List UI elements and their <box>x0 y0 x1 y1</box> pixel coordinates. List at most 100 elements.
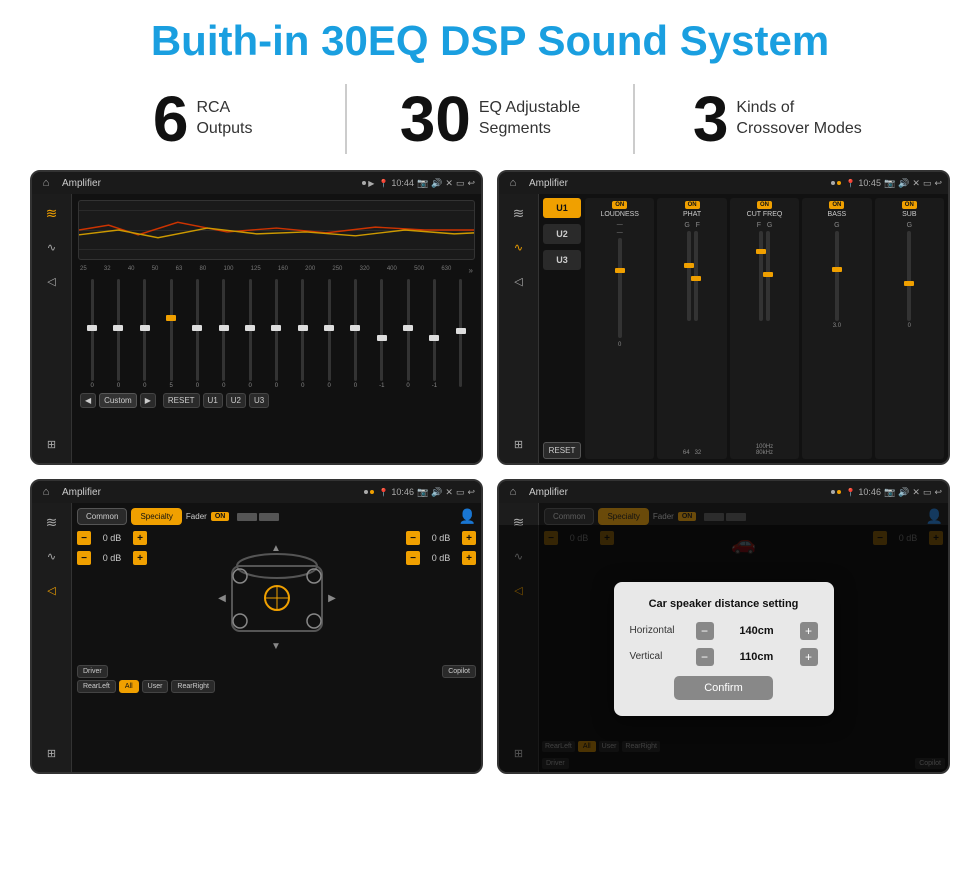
freq-100: 100 <box>223 266 233 275</box>
minus-4[interactable]: − <box>406 551 420 565</box>
slider-14[interactable]: -1 <box>422 279 446 389</box>
horizontal-plus[interactable]: + <box>800 622 818 640</box>
plus-1[interactable]: + <box>133 531 147 545</box>
common-tab[interactable]: Common <box>77 508 127 525</box>
back-icon-2[interactable]: ↩ <box>934 178 942 189</box>
slider-1[interactable]: 0 <box>80 279 104 389</box>
horizontal-minus[interactable]: − <box>696 622 714 640</box>
reset-btn-1[interactable]: RESET <box>163 393 200 408</box>
home-icon-1[interactable] <box>38 175 54 191</box>
slider-11[interactable]: 0 <box>343 279 367 389</box>
confirm-button[interactable]: Confirm <box>674 676 773 700</box>
slider-4[interactable]: 5 <box>159 279 183 389</box>
minus-1[interactable]: − <box>77 531 91 545</box>
vol-icon-1[interactable]: 🔊 <box>431 178 442 189</box>
rearright-btn[interactable]: RearRight <box>171 680 215 693</box>
slider-6[interactable]: 0 <box>212 279 236 389</box>
wave-icon-1[interactable]: ∿ <box>38 236 66 258</box>
minus-3[interactable]: − <box>406 531 420 545</box>
slider-9[interactable]: 0 <box>291 279 315 389</box>
u1-btn[interactable]: U1 <box>543 198 581 218</box>
slider-13[interactable]: 0 <box>396 279 420 389</box>
eq-icon-3[interactable]: ≋ <box>38 511 66 533</box>
reset-btn-2[interactable]: RESET <box>543 442 581 459</box>
speaker-icon-1[interactable]: ◁ <box>38 270 66 292</box>
plus-4[interactable]: + <box>462 551 476 565</box>
pin-icon-2: 📍 <box>845 179 855 188</box>
nav-dot-2a <box>831 181 835 185</box>
slider-15[interactable] <box>449 279 473 389</box>
vol-icon-4[interactable]: 🔊 <box>898 487 909 498</box>
freq-25: 25 <box>80 266 87 275</box>
home-icon-4[interactable] <box>505 484 521 500</box>
vol-icon-3[interactable]: 🔊 <box>431 487 442 498</box>
rect-icon-4[interactable]: ▭ <box>923 487 932 498</box>
expand-icon-2[interactable]: ⊞ <box>505 433 533 455</box>
fader-bottom: Driver Copilot <box>77 665 476 678</box>
preset-label: Custom <box>99 393 137 408</box>
wave-icon-2[interactable]: ∿ <box>505 236 533 258</box>
rect-icon-2[interactable]: ▭ <box>923 178 932 189</box>
x-icon-4[interactable]: ✕ <box>912 487 920 498</box>
slider-8[interactable]: 0 <box>264 279 288 389</box>
eq-icon-2[interactable]: ≋ <box>505 202 533 224</box>
status-right-2: 📍 10:45 📷 🔊 ✕ ▭ ↩ <box>845 178 942 189</box>
play-icon-1[interactable]: ▶ <box>368 179 374 188</box>
x-icon-2[interactable]: ✕ <box>912 178 920 189</box>
vol-icon-2[interactable]: 🔊 <box>898 178 909 189</box>
speaker-icon-3[interactable]: ◁ <box>38 579 66 601</box>
cam-icon-4: 📷 <box>884 487 895 498</box>
u2-btn[interactable]: U2 <box>543 224 581 244</box>
slider-12[interactable]: -1 <box>370 279 394 389</box>
crossover-main: ON LOUDNESS — — 0 ON PHAT G F <box>585 198 944 459</box>
back-icon-4[interactable]: ↩ <box>934 487 942 498</box>
cam-icon-2: 📷 <box>884 178 895 189</box>
specialty-tab[interactable]: Specialty <box>131 508 181 525</box>
screen-body-4: ≋ ∿ ◁ ⊞ Common Specialty Fader ON 👤 <box>499 503 948 772</box>
vertical-plus[interactable]: + <box>800 648 818 666</box>
u1-btn-1[interactable]: U1 <box>203 393 223 408</box>
rect-icon-3[interactable]: ▭ <box>456 487 465 498</box>
eq-icon-1[interactable]: ≋ <box>38 202 66 224</box>
u3-btn-1[interactable]: U3 <box>249 393 269 408</box>
x-icon-3[interactable]: ✕ <box>445 487 453 498</box>
copilot-btn[interactable]: Copilot <box>442 665 476 678</box>
home-icon-2[interactable] <box>505 175 521 191</box>
speaker-icon-2[interactable]: ◁ <box>505 270 533 292</box>
expand-icon-3[interactable]: ⊞ <box>38 742 66 764</box>
fader-main: − 0 dB + − 0 dB + <box>77 531 476 661</box>
plus-3[interactable]: + <box>462 531 476 545</box>
db-val-1: 0 dB <box>94 533 130 543</box>
u3-btn[interactable]: U3 <box>543 250 581 270</box>
nav-dot-3b <box>370 490 374 494</box>
slider-2[interactable]: 0 <box>106 279 130 389</box>
slider-5[interactable]: 0 <box>185 279 209 389</box>
back-icon-1[interactable]: ↩ <box>467 178 475 189</box>
home-icon-3[interactable] <box>38 484 54 500</box>
prev-btn[interactable]: ◀ <box>80 393 96 408</box>
slider-3[interactable]: 0 <box>133 279 157 389</box>
slider-7[interactable]: 0 <box>238 279 262 389</box>
minus-2[interactable]: − <box>77 551 91 565</box>
user-icon-3[interactable]: 👤 <box>459 508 476 525</box>
driver-btn[interactable]: Driver <box>77 665 108 678</box>
slider-10[interactable]: 0 <box>317 279 341 389</box>
stat-number-30: 30 <box>400 87 471 151</box>
rearleft-btn[interactable]: RearLeft <box>77 680 116 693</box>
stat-crossover: 3 Kinds ofCrossover Modes <box>635 87 920 151</box>
svg-text:▼: ▼ <box>271 641 281 652</box>
user-btn[interactable]: User <box>142 680 169 693</box>
u2-btn-1[interactable]: U2 <box>226 393 246 408</box>
back-icon-3[interactable]: ↩ <box>467 487 475 498</box>
rect-icon-1[interactable]: ▭ <box>456 178 465 189</box>
x-icon-1[interactable]: ✕ <box>445 178 453 189</box>
plus-2[interactable]: + <box>133 551 147 565</box>
vertical-minus[interactable]: − <box>696 648 714 666</box>
pin-icon-3: 📍 <box>378 488 388 497</box>
wave-icon-3[interactable]: ∿ <box>38 545 66 567</box>
freq-more: » <box>469 266 473 275</box>
expand-icon-1[interactable]: ⊞ <box>38 433 66 455</box>
next-btn[interactable]: ▶ <box>140 393 156 408</box>
all-btn[interactable]: All <box>119 680 139 693</box>
on-badge-loudness: ON <box>612 201 627 209</box>
